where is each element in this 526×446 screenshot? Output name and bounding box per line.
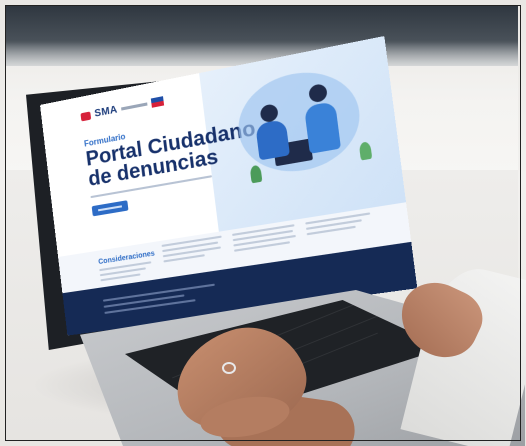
logo-mark-icon: [80, 110, 92, 121]
photo-scene: SMA Formulario Portal Ciudadano de denun…: [0, 0, 526, 446]
footer-text: [104, 299, 196, 314]
logo-subtitle: [121, 102, 148, 111]
consideration-column: [232, 224, 299, 255]
person-left-icon: [255, 118, 290, 161]
chile-flag-icon: [150, 96, 165, 108]
logo-text: SMA: [93, 104, 119, 120]
ring-icon: [222, 362, 236, 374]
claveunica-login-button[interactable]: [91, 200, 129, 217]
claveunica-label: [98, 205, 123, 212]
consideration-column: [161, 235, 227, 265]
sma-logo: SMA: [80, 95, 165, 122]
